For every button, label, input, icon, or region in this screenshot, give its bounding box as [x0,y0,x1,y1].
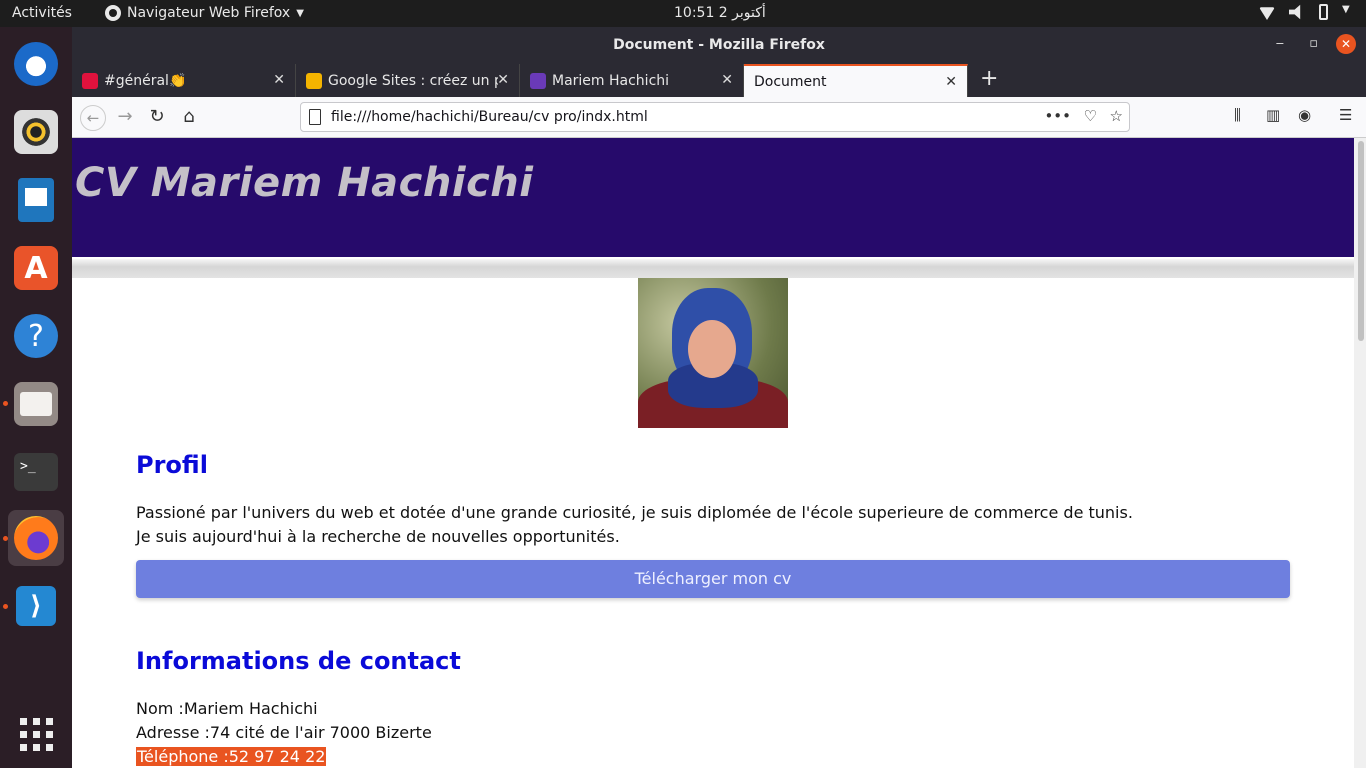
app-menu[interactable]: Navigateur Web Firefox ▼ [105,5,304,21]
site-favicon-icon [530,72,546,89]
help-icon: ? [14,314,58,358]
contact-phone-row: Téléphone :52 97 24 22 [136,745,327,768]
slack-favicon-icon [82,72,98,89]
pocket-icon[interactable]: ♡ [1084,107,1097,125]
bookmark-star-icon[interactable]: ☆ [1110,107,1123,125]
page-content: CV Mariem Hachichi Profil Passioné par l… [72,138,1366,768]
page-scrollbar[interactable] [1354,138,1366,768]
top-bar: Activités Navigateur Web Firefox ▼ 10:51… [0,0,1366,27]
show-applications-button[interactable] [8,706,64,762]
caret-down-icon: ▼ [296,7,304,19]
thunderbird-icon [14,42,58,86]
clock[interactable]: 10:51 2 أكتوبر [674,5,766,21]
page-actions-icon[interactable]: ••• [1044,107,1071,125]
menu-icon[interactable]: ☰ [1339,106,1352,124]
terminal-icon: >_ [14,453,58,491]
tab-label: Google Sites : créez un p [328,72,498,89]
minimize-button[interactable]: ‒ [1276,36,1284,51]
profil-line-1: Passioné par l'univers du web et dotée d… [136,503,1133,522]
dock-software[interactable]: A [8,240,64,296]
profile-photo [638,278,788,428]
page-icon [309,109,321,125]
dock-files[interactable] [8,376,64,432]
page-header: CV Mariem Hachichi [72,138,1354,257]
close-tab-icon[interactable]: ✕ [721,72,733,88]
tab-general[interactable]: #général👏 ✕ [72,64,296,97]
tab-bar: #général👏 ✕ Google Sites : créez un p ✕ … [72,64,1366,97]
tab-mariem-hachichi[interactable]: Mariem Hachichi ✕ [520,64,744,97]
tab-label: #général👏 [104,72,187,89]
wifi-icon [1259,7,1275,20]
dock-help[interactable]: ? [8,308,64,364]
contact-address: Adresse :74 cité de l'air 7000 Bizerte [136,723,432,742]
new-tab-button[interactable]: + [980,66,998,97]
app-grid-icon [19,717,53,751]
dock-thunderbird[interactable] [8,36,64,92]
dock-terminal[interactable]: >_ [8,444,64,500]
firefox-window: Document - Mozilla Firefox ‒ ▫ ✕ #généra… [72,27,1366,768]
maximize-button[interactable]: ▫ [1309,36,1318,51]
header-divider [72,257,1354,278]
contact-phone[interactable]: Téléphone :52 97 24 22 [136,747,327,766]
writer-icon [18,178,54,222]
tab-label: Document [754,73,827,90]
activities-button[interactable]: Activités [12,5,72,21]
firefox-mini-icon [105,5,121,21]
dock: A ? >_ ⟩ [0,27,72,768]
close-tab-icon[interactable]: ✕ [945,74,957,90]
profil-heading: Profil [136,451,208,479]
url-bar[interactable]: file:///home/hachichi/Bureau/cv pro/indx… [300,102,1130,132]
close-tab-icon[interactable]: ✕ [273,72,285,88]
home-button[interactable]: ⌂ [177,105,201,129]
forward-button[interactable]: → [113,105,137,129]
google-sites-favicon-icon [306,72,322,89]
download-cv-button[interactable]: Télécharger mon cv [136,560,1290,598]
rhythmbox-icon [14,110,58,154]
battery-icon [1319,4,1328,20]
back-button[interactable]: ← [80,105,106,131]
tab-label: Mariem Hachichi [552,72,670,89]
contact-name: Nom :Mariem Hachichi [136,699,318,718]
title-bar[interactable]: Document - Mozilla Firefox ‒ ▫ ✕ [72,27,1366,64]
sidebar-icon[interactable]: ▥ [1266,106,1280,124]
account-icon[interactable]: ◉ [1298,106,1311,124]
tab-google-sites[interactable]: Google Sites : créez un p ✕ [296,64,520,97]
close-window-button[interactable]: ✕ [1336,34,1356,54]
profil-line-2: Je suis aujourd'hui à la recherche de no… [136,527,620,546]
system-tray[interactable]: ▼ [1259,4,1352,20]
library-icon[interactable]: ⫼ [1234,106,1241,124]
url-text[interactable]: file:///home/hachichi/Bureau/cv pro/indx… [331,109,648,125]
caret-down-icon: ▼ [1342,4,1350,15]
tab-document[interactable]: Document ✕ [744,64,968,97]
files-icon [14,382,58,426]
firefox-icon [14,516,58,560]
window-title: Document - Mozilla Firefox [613,37,825,53]
reload-button[interactable]: ↻ [145,105,169,129]
scrollbar-thumb[interactable] [1358,141,1364,341]
volume-icon [1289,4,1301,20]
dock-vscode[interactable]: ⟩ [8,578,64,634]
dock-firefox[interactable] [8,510,64,566]
app-menu-label: Navigateur Web Firefox [127,5,291,21]
vscode-icon: ⟩ [16,586,56,626]
contact-heading: Informations de contact [136,647,461,675]
nav-bar: ← → ↻ ⌂ file:///home/hachichi/Bureau/cv … [72,97,1366,138]
dock-rhythmbox[interactable] [8,104,64,160]
software-icon: A [14,246,58,290]
close-tab-icon[interactable]: ✕ [497,72,509,88]
page-title: CV Mariem Hachichi [75,160,534,206]
dock-writer[interactable] [8,172,64,228]
